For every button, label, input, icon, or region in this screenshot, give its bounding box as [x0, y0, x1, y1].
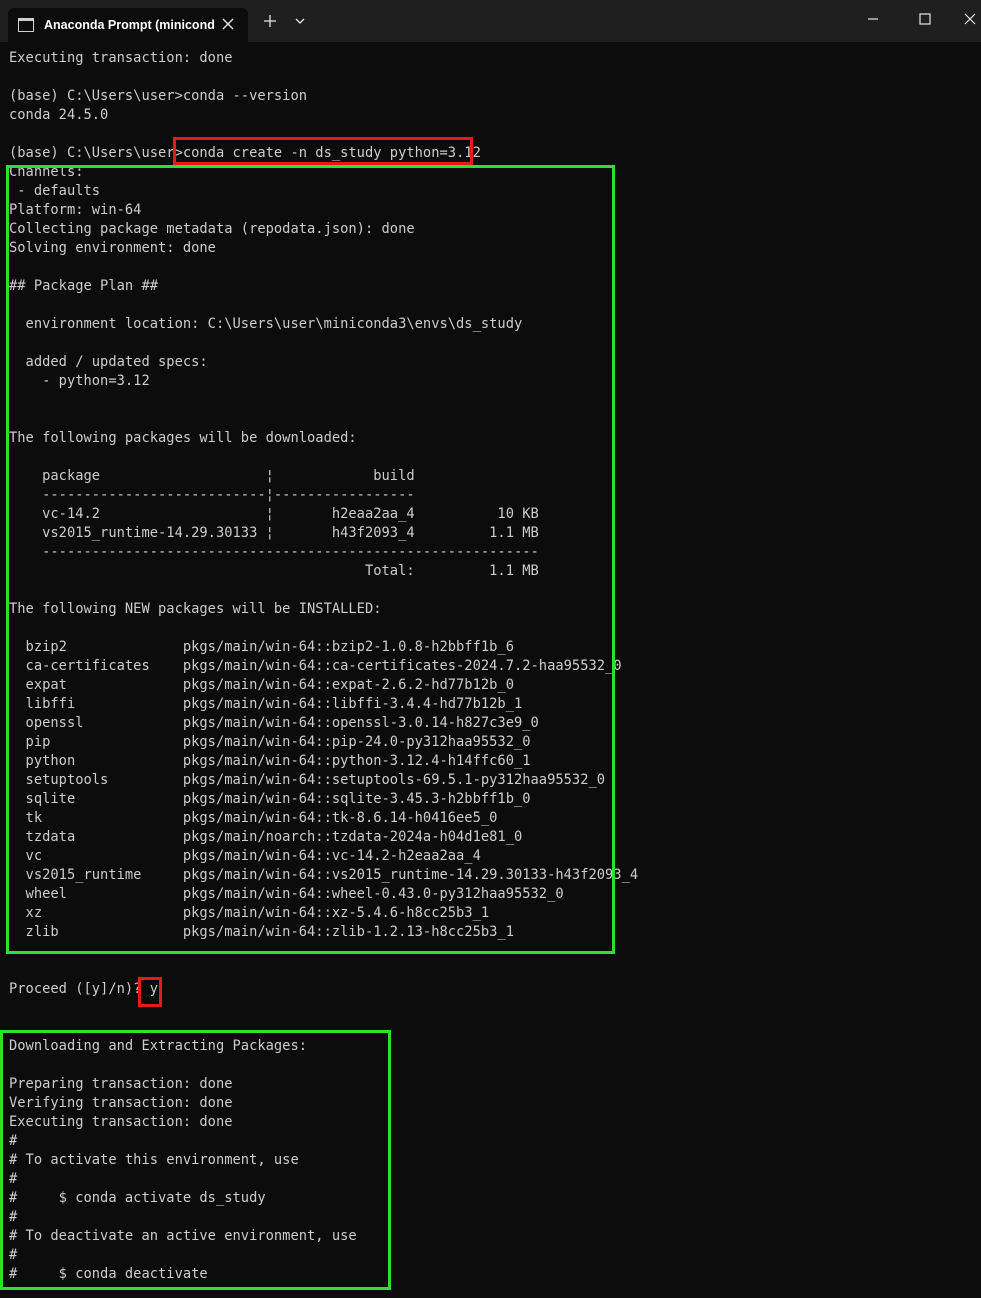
terminal-line: Proceed ([y]/n)? y [9, 981, 159, 997]
chevron-down-icon[interactable] [287, 8, 313, 34]
activation-info-highlight-box [0, 1030, 391, 1290]
terminal-window: Anaconda Prompt (miniconda Executing tra… [0, 0, 981, 1298]
command-highlight-box [173, 137, 473, 165]
maximize-icon[interactable] [903, 4, 947, 34]
proceed-answer-highlight-box [138, 977, 162, 1007]
terminal-line: Executing transaction: done [9, 50, 233, 66]
plus-icon[interactable] [257, 8, 283, 34]
minimize-icon[interactable] [851, 4, 895, 34]
tab-anaconda-prompt[interactable]: Anaconda Prompt (miniconda [8, 8, 248, 42]
tab-title: Anaconda Prompt (miniconda [44, 18, 214, 32]
terminal-line: (base) C:\Users\user>conda --version [9, 88, 308, 104]
terminal-line: conda 24.5.0 [9, 107, 109, 123]
package-plan-highlight-box [6, 165, 615, 954]
close-window-icon[interactable] [948, 4, 981, 34]
close-icon[interactable] [220, 16, 236, 32]
title-bar: Anaconda Prompt (miniconda [0, 0, 981, 42]
terminal-icon [18, 18, 34, 32]
